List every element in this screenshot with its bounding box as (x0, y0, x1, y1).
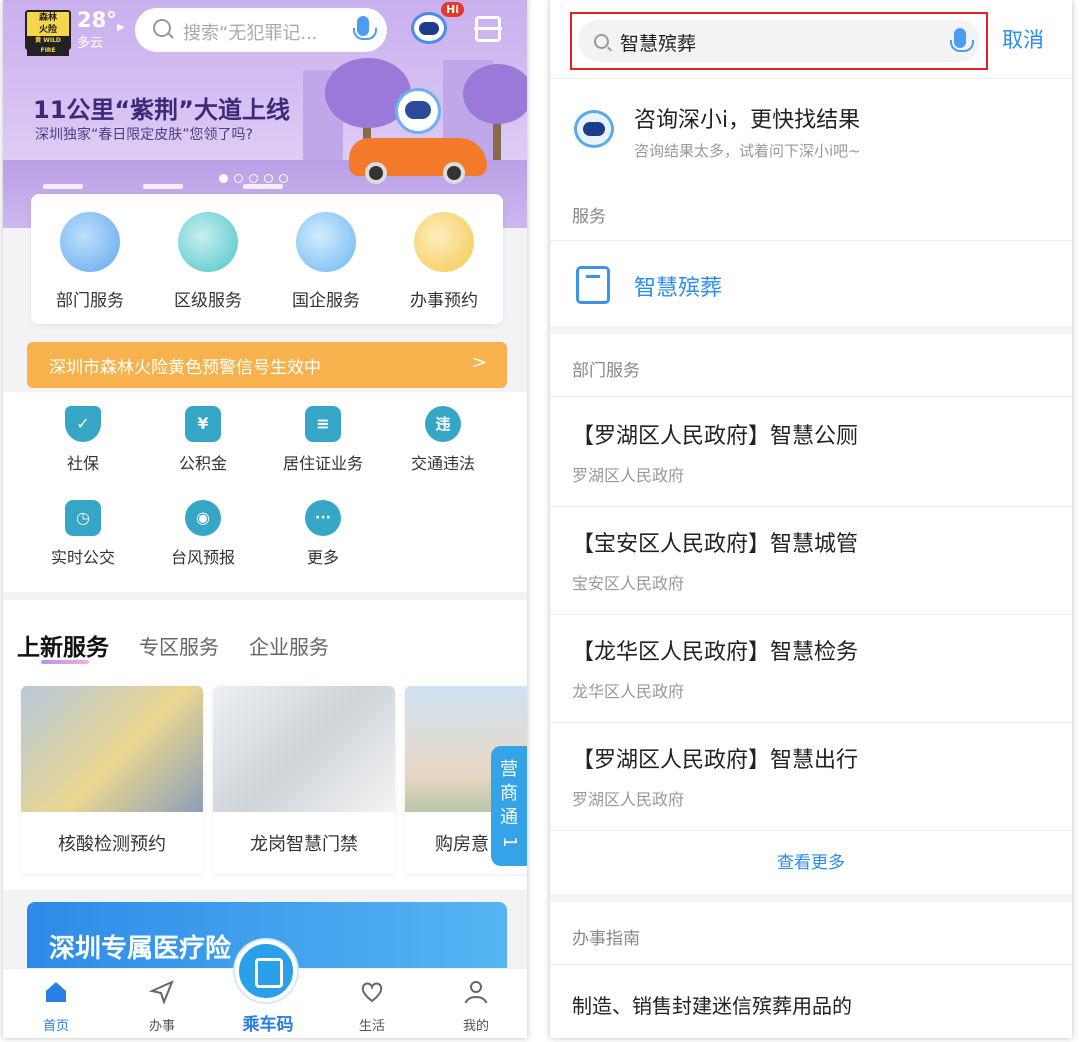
carousel-indicator (219, 174, 288, 183)
search-icon (153, 19, 171, 37)
microphone-icon[interactable] (950, 28, 974, 52)
district-service-button[interactable]: 区级服务 (153, 212, 263, 311)
nav-life[interactable]: 生活 (337, 979, 407, 1034)
quick-services-grid: ✓ 社保 ¥ 公积金 ≡ 居住证业务 违 交通违法 ◷ 实时公交 ◉ 台风预报 … (3, 392, 527, 592)
tab-zone-services[interactable]: 专区服务 (139, 631, 219, 660)
appointment-button[interactable]: 办事预约 (389, 212, 499, 311)
nav-home[interactable]: 首页 (21, 979, 91, 1034)
result-item[interactable]: 【宝安区人民政府】智慧城管 宝安区人民政府 (550, 506, 1072, 614)
result-item[interactable]: 【罗湖区人民政府】智慧出行 罗湖区人民政府 (550, 722, 1072, 830)
typhoon-icon: ◉ (185, 500, 221, 536)
nav-services[interactable]: 办事 (127, 979, 197, 1034)
magnifier-icon (296, 212, 356, 272)
typhoon-forecast-item[interactable]: ◉ 台风预报 (143, 500, 263, 568)
weather-condition: 多云 (77, 36, 104, 51)
assistant-robot-icon (574, 110, 614, 148)
cancel-button[interactable]: 取消 (1002, 24, 1044, 54)
section-label-guide: 办事指南 (572, 929, 640, 949)
more-item[interactable]: ··· 更多 (263, 500, 383, 568)
search-query: 智慧殡葬 (620, 33, 697, 55)
bus-clock-icon: ◷ (65, 500, 101, 536)
nucleic-test-photo (21, 686, 203, 812)
building-icon (60, 212, 120, 272)
social-security-item[interactable]: ✓ 社保 (23, 406, 143, 474)
soe-service-button[interactable]: 国企服务 (271, 212, 381, 311)
scan-icon[interactable] (474, 16, 502, 42)
bus-code-label: 乘车码 (242, 1015, 294, 1035)
tree-graphic (463, 64, 527, 124)
fire-alert-bar[interactable]: 深圳市森林火险黄色预警信号生效中 > (27, 342, 507, 388)
dept-service-button[interactable]: 部门服务 (35, 212, 145, 311)
search-results-screen: 智慧殡葬 取消 咨询深小i，更快找结果 咨询结果太多，试着问下深小i吧~ 服务 … (550, 0, 1072, 1038)
search-icon (594, 34, 609, 49)
search-placeholder: 搜索“无犯罪记... (183, 23, 318, 44)
search-highlight-box: 智慧殡葬 (570, 12, 988, 70)
housing-fund-item[interactable]: ¥ 公积金 (143, 406, 263, 474)
pen-icon (414, 212, 474, 272)
id-card-icon: ≡ (305, 406, 341, 442)
tab-enterprise-services[interactable]: 企业服务 (249, 631, 329, 660)
service-result-row[interactable]: 智慧殡葬 (550, 244, 1072, 326)
result-item[interactable]: 【罗湖区人民政府】智慧公厕 罗湖区人民政府 (550, 398, 1072, 506)
access-control-photo (213, 686, 395, 812)
temperature: 28° (77, 8, 117, 32)
document-icon (576, 266, 610, 304)
home-screen: 11公里“紫荆”大道上线 深圳独家“春日限定皮肤”您领了吗? 森林 火险 黄 W… (3, 0, 527, 1038)
banner-title: 11公里“紫荆”大道上线 (33, 96, 290, 124)
new-services-section: 上新服务 专区服务 企业服务 核酸检测预约 龙岗智慧门禁 购房意 (3, 600, 527, 890)
home-icon (46, 982, 66, 1002)
more-dots-icon: ··· (305, 500, 341, 536)
fire-warning-icon[interactable]: 森林 火险 黄 WILD FIRE (25, 10, 71, 56)
heart-icon (361, 982, 383, 1003)
result-item[interactable]: 【龙华区人民政府】智慧检务 龙华区人民政府 (550, 614, 1072, 722)
section-label-dept: 部门服务 (572, 361, 640, 381)
user-icon (465, 981, 487, 1004)
assistant-robot-icon[interactable] (411, 12, 447, 44)
nav-me[interactable]: 我的 (441, 979, 511, 1034)
banner-subtitle: 深圳独家“春日限定皮肤”您领了吗? (35, 127, 253, 143)
tab-new-services[interactable]: 上新服务 (17, 628, 109, 662)
traffic-violation-item[interactable]: 违 交通违法 (383, 406, 503, 474)
search-input[interactable]: 智慧殡葬 (578, 20, 980, 62)
see-more-link[interactable]: 查看更多 (550, 848, 1072, 873)
search-input[interactable]: 搜索“无犯罪记... (135, 8, 387, 52)
caret-right-icon[interactable]: ▶ (117, 22, 125, 33)
section-label-service: 服务 (572, 207, 606, 227)
guide-result-item[interactable]: 制造、销售封建迷信殡葬用品的 (572, 990, 852, 1019)
residence-permit-item[interactable]: ≡ 居住证业务 (263, 406, 383, 474)
microphone-icon[interactable] (353, 16, 377, 40)
service-category-card: 部门服务 区级服务 国企服务 办事预约 (31, 194, 503, 324)
chevron-right-icon: > (471, 352, 487, 373)
mascot-illustration (395, 88, 441, 134)
shield-icon: ✓ (65, 406, 101, 442)
ask-assistant-row[interactable]: 咨询深小i，更快找结果 咨询结果太多，试着问下深小i吧~ (550, 86, 1072, 182)
district-icon (178, 212, 238, 272)
realtime-bus-item[interactable]: ◷ 实时公交 (23, 500, 143, 568)
hi-badge: Hi (441, 2, 464, 17)
bus-code-button[interactable] (235, 940, 297, 1002)
tile-nucleic-test[interactable]: 核酸检测预约 (21, 686, 203, 874)
business-pass-tab[interactable]: 营 商 通 1 (491, 746, 527, 866)
send-icon (148, 980, 174, 1005)
tile-smart-access[interactable]: 龙岗智慧门禁 (213, 686, 395, 874)
violation-icon: 违 (425, 406, 461, 442)
house-yen-icon: ¥ (185, 406, 221, 442)
